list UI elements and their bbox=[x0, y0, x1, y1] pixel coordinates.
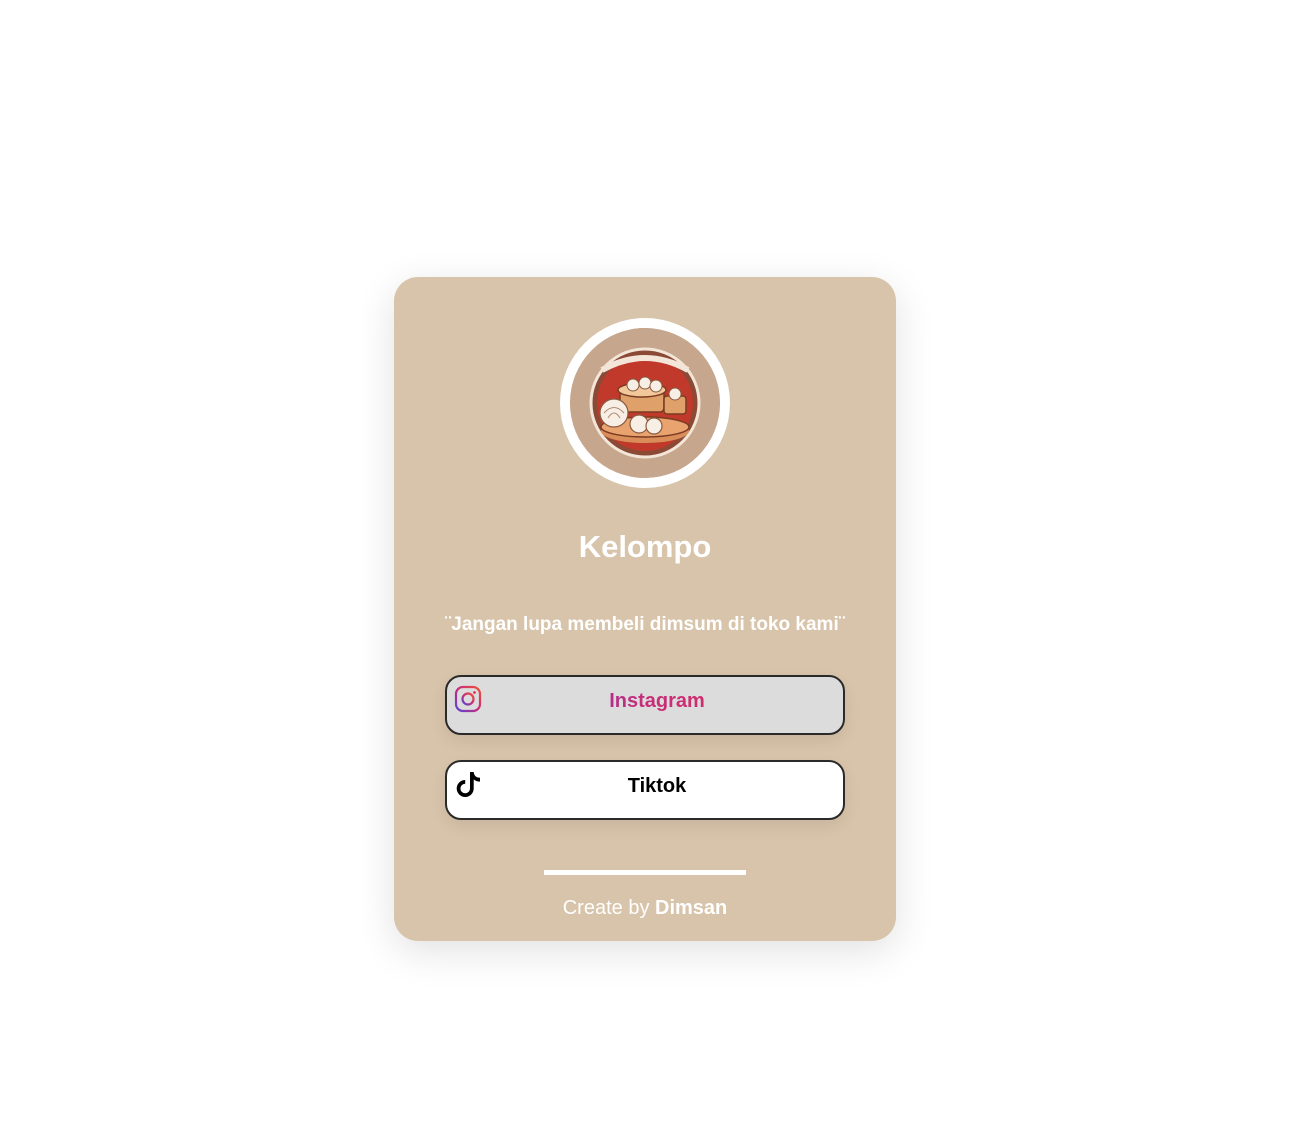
instagram-link-button[interactable]: Instagram bbox=[445, 675, 845, 735]
dimsum-logo-icon bbox=[570, 328, 720, 478]
divider bbox=[544, 870, 746, 875]
profile-name: Kelompo bbox=[578, 529, 712, 564]
profile-card: Kelompo ¨Jangan lupa membeli dimsum di t… bbox=[394, 277, 896, 941]
tiktok-link-label: Tiktok bbox=[627, 775, 687, 797]
footer-author: Dimsan bbox=[655, 897, 728, 919]
avatar bbox=[560, 318, 730, 488]
footer-prefix: Create by bbox=[562, 897, 650, 919]
profile-tagline: ¨Jangan lupa membeli dimsum di toko kami… bbox=[444, 614, 846, 635]
tiktok-link-button[interactable]: Tiktok bbox=[445, 760, 845, 820]
footer-credit: Create by Dimsan bbox=[394, 895, 896, 921]
instagram-link-label: Instagram bbox=[447, 689, 843, 713]
